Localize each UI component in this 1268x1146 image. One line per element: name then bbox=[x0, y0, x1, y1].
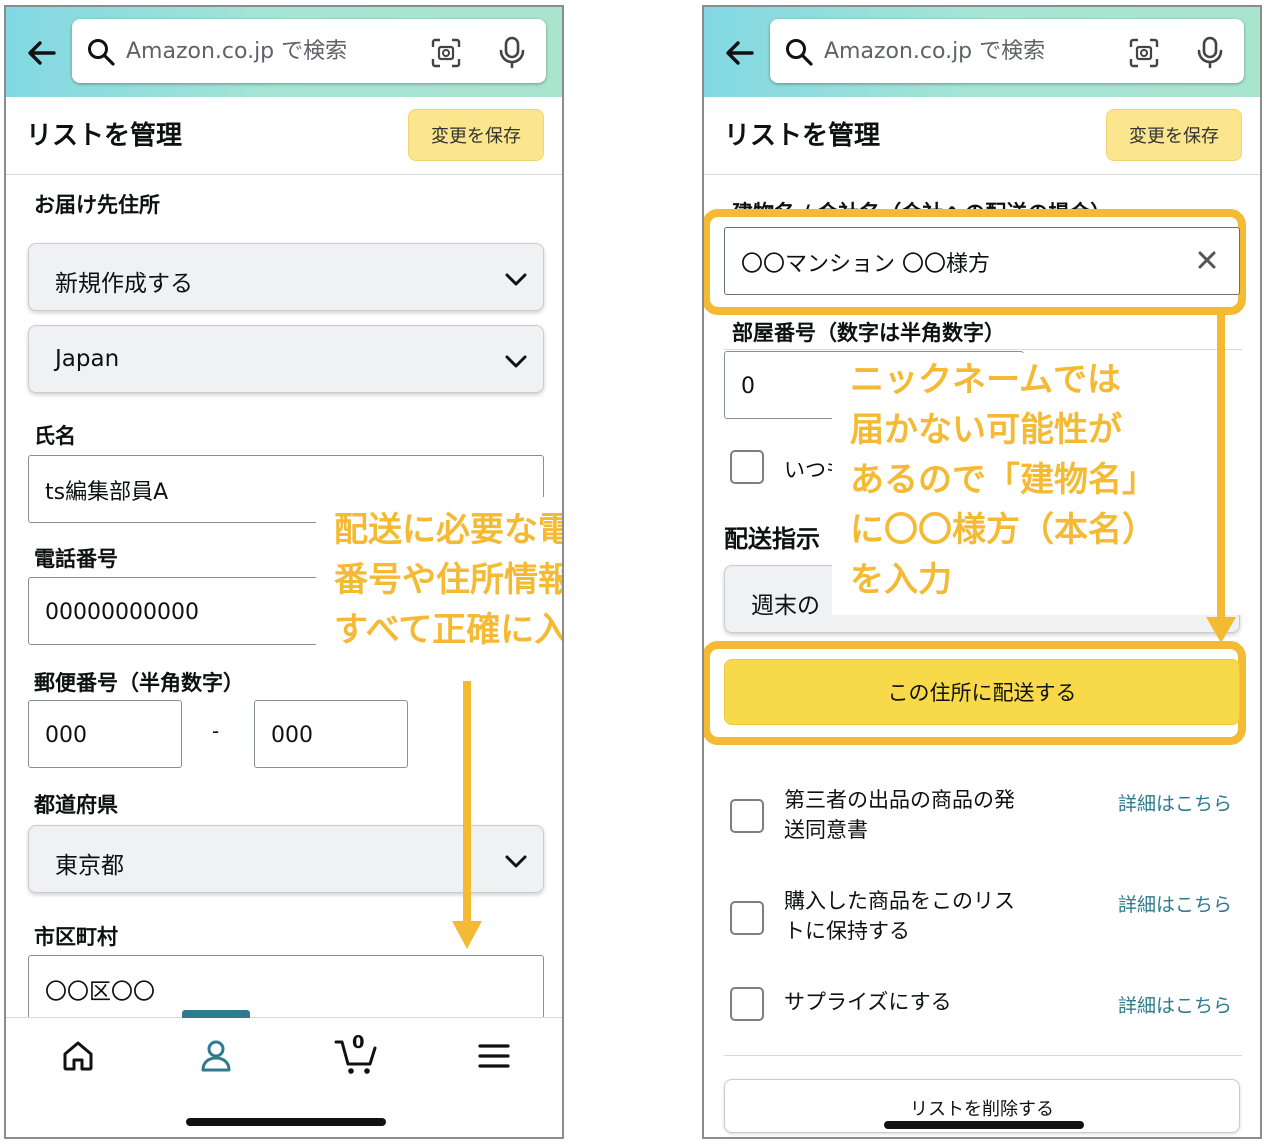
callout-line: あるので「建物名」 bbox=[850, 460, 1156, 500]
option-text-line: 第三者の出品の商品の発 bbox=[784, 788, 1015, 812]
callout-line: すべて正確に入力 bbox=[334, 610, 562, 650]
delivery-instructions-value: 週末の bbox=[751, 593, 820, 619]
microphone-icon[interactable] bbox=[496, 35, 528, 69]
callout-line: 届かない可能性が bbox=[850, 410, 1122, 450]
search-input[interactable] bbox=[824, 33, 1104, 69]
callout-line: 配送に必要な電話 bbox=[334, 510, 562, 550]
back-arrow-icon[interactable] bbox=[722, 35, 758, 71]
postal-code-first-input[interactable] bbox=[45, 719, 167, 751]
search-input[interactable] bbox=[126, 33, 406, 69]
keep-purchased-checkbox[interactable] bbox=[730, 901, 764, 935]
ship-to-this-address-button[interactable]: この住所に配送する bbox=[724, 659, 1240, 725]
top-bar bbox=[704, 7, 1260, 97]
callout-real-name: ニックネームでは 届かない可能性が あるので「建物名」 に〇〇様方（本名） を入… bbox=[832, 353, 1260, 615]
cart-count: 0 bbox=[352, 1032, 365, 1053]
microphone-icon[interactable] bbox=[1194, 35, 1226, 69]
details-link[interactable]: 詳細はこちら bbox=[1118, 789, 1232, 816]
delivery-instructions-label: 配送指示 bbox=[724, 525, 820, 553]
clear-icon[interactable] bbox=[1197, 250, 1217, 270]
menu-icon[interactable] bbox=[474, 1036, 514, 1076]
page-title: リストを管理 bbox=[724, 121, 881, 151]
surprise-checkbox[interactable] bbox=[730, 987, 764, 1021]
left-screen: リストを管理 変更を保存 お届け先住所 新規作成する Japan 氏名 電話番号… bbox=[4, 5, 564, 1139]
postal-code-label: 郵便番号（半角数字） bbox=[34, 671, 244, 695]
callout-accurate-info: 配送に必要な電話 番号や住所情報は すべて正確に入力 bbox=[316, 497, 562, 669]
save-changes-button[interactable]: 変更を保存 bbox=[1106, 109, 1242, 161]
header-row: リストを管理 変更を保存 bbox=[704, 97, 1260, 175]
camera-scan-icon[interactable] bbox=[430, 37, 462, 69]
search-icon bbox=[88, 39, 115, 66]
option-text-line: トに保持する bbox=[784, 919, 910, 943]
third-party-consent-checkbox[interactable] bbox=[730, 799, 764, 833]
right-screen: リストを管理 変更を保存 建物名 / 会社名（会社への配送の場合） 部屋番号（数… bbox=[702, 5, 1262, 1139]
callout-line: 番号や住所情報は bbox=[334, 560, 562, 600]
chevron-down-icon bbox=[505, 855, 527, 868]
home-icon[interactable] bbox=[58, 1036, 98, 1076]
name-label: 氏名 bbox=[34, 424, 76, 448]
address-select[interactable]: 新規作成する bbox=[28, 243, 544, 311]
home-indicator bbox=[186, 1118, 386, 1126]
search-bar[interactable] bbox=[72, 19, 546, 83]
country-select[interactable]: Japan bbox=[28, 325, 544, 393]
prefecture-select-value: 東京都 bbox=[55, 853, 124, 879]
chevron-down-icon bbox=[505, 273, 527, 286]
country-select-value: Japan bbox=[55, 346, 120, 372]
city-label: 市区町村 bbox=[34, 925, 118, 949]
active-tab-indicator bbox=[182, 1010, 250, 1018]
page-title: リストを管理 bbox=[26, 121, 183, 151]
postal-code-second-field[interactable] bbox=[254, 700, 408, 768]
bottom-navigation: 0 bbox=[6, 1010, 562, 1137]
search-icon bbox=[786, 39, 813, 66]
keep-purchased-label: 購入した商品をこのリス トに保持する bbox=[784, 886, 1064, 946]
delivery-address-label: お届け先住所 bbox=[34, 193, 160, 217]
header-row: リストを管理 変更を保存 bbox=[6, 97, 562, 175]
back-arrow-icon[interactable] bbox=[24, 35, 60, 71]
postal-separator: - bbox=[212, 719, 220, 743]
callout-line: ニックネームでは bbox=[850, 360, 1121, 400]
search-bar[interactable] bbox=[770, 19, 1244, 83]
callout-line: に〇〇様方（本名） bbox=[850, 510, 1156, 550]
option-text-line: 購入した商品をこのリス bbox=[784, 889, 1015, 913]
prefecture-label: 都道府県 bbox=[34, 793, 118, 817]
third-party-consent-label: 第三者の出品の商品の発 送同意書 bbox=[784, 785, 1064, 845]
top-bar bbox=[6, 7, 562, 97]
arrow-down-icon bbox=[452, 921, 482, 949]
home-indicator bbox=[884, 1121, 1084, 1129]
option-text-line: 送同意書 bbox=[784, 818, 868, 842]
divider bbox=[724, 349, 1242, 350]
camera-scan-icon[interactable] bbox=[1128, 37, 1160, 69]
city-input[interactable] bbox=[45, 974, 457, 1006]
room-number-label: 部屋番号（数字は半角数字） bbox=[732, 321, 1005, 345]
city-field[interactable] bbox=[28, 955, 544, 1023]
callout-arrow-line bbox=[1217, 313, 1225, 621]
details-link[interactable]: 詳細はこちら bbox=[1118, 890, 1232, 917]
phone-label: 電話番号 bbox=[34, 547, 118, 571]
building-label-clip: 建物名 / 会社名（会社への配送の場合） bbox=[704, 175, 1260, 211]
building-name-input[interactable] bbox=[741, 246, 1161, 278]
account-icon[interactable] bbox=[196, 1036, 236, 1076]
chevron-down-icon bbox=[505, 355, 527, 368]
divider bbox=[724, 1055, 1242, 1056]
details-link[interactable]: 詳細はこちら bbox=[1118, 991, 1232, 1018]
callout-arrow-line bbox=[463, 681, 471, 925]
postal-code-first-field[interactable] bbox=[28, 700, 182, 768]
address-select-value: 新規作成する bbox=[55, 271, 193, 297]
callout-line: を入力 bbox=[850, 560, 952, 600]
postal-code-second-input[interactable] bbox=[271, 719, 393, 751]
building-name-field[interactable] bbox=[724, 227, 1240, 295]
surprise-label: サプライズにする bbox=[784, 990, 952, 1014]
save-changes-button[interactable]: 変更を保存 bbox=[408, 109, 544, 161]
default-address-checkbox[interactable] bbox=[730, 450, 764, 484]
